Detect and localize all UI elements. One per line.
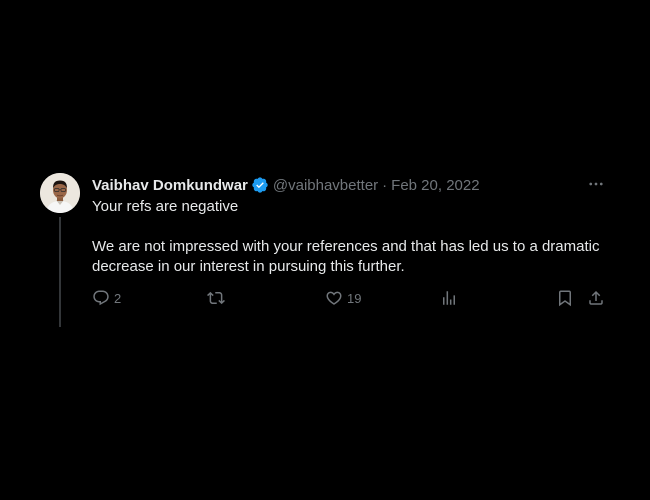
thread-line bbox=[59, 217, 61, 327]
reply-button[interactable]: 2 bbox=[92, 287, 121, 309]
tweet: Vaibhav Domkundwar @vaibhavbetter · Feb … bbox=[0, 0, 650, 500]
bookmark-icon bbox=[556, 289, 574, 307]
tweet-date[interactable]: Feb 20, 2022 bbox=[391, 177, 479, 194]
action-bar: 2 19 bbox=[0, 287, 650, 309]
like-button[interactable]: 19 bbox=[325, 287, 361, 309]
author-handle[interactable]: @vaibhavbetter bbox=[273, 177, 378, 194]
retweet-button[interactable] bbox=[207, 287, 225, 309]
reply-count: 2 bbox=[114, 290, 122, 306]
avatar[interactable] bbox=[40, 173, 80, 213]
heart-icon bbox=[325, 289, 343, 307]
share-button[interactable] bbox=[587, 287, 605, 309]
retweet-icon bbox=[207, 289, 225, 307]
views-button[interactable] bbox=[440, 287, 458, 309]
more-options-icon[interactable] bbox=[586, 175, 606, 193]
share-icon bbox=[587, 289, 605, 307]
analytics-icon bbox=[440, 289, 458, 307]
tweet-header: Vaibhav Domkundwar @vaibhavbetter · Feb … bbox=[92, 175, 480, 195]
like-count: 19 bbox=[347, 290, 362, 306]
tweet-text-line-2: We are not impressed with your reference… bbox=[92, 238, 600, 275]
tweet-text: Your refs are negative We are not impres… bbox=[92, 197, 602, 277]
author-name[interactable]: Vaibhav Domkundwar bbox=[92, 177, 248, 194]
tweet-text-line-1: Your refs are negative bbox=[92, 198, 239, 215]
bookmark-button[interactable] bbox=[556, 287, 574, 309]
verified-badge-icon bbox=[251, 176, 269, 194]
reply-icon bbox=[92, 289, 110, 307]
separator-dot: · bbox=[382, 176, 388, 194]
